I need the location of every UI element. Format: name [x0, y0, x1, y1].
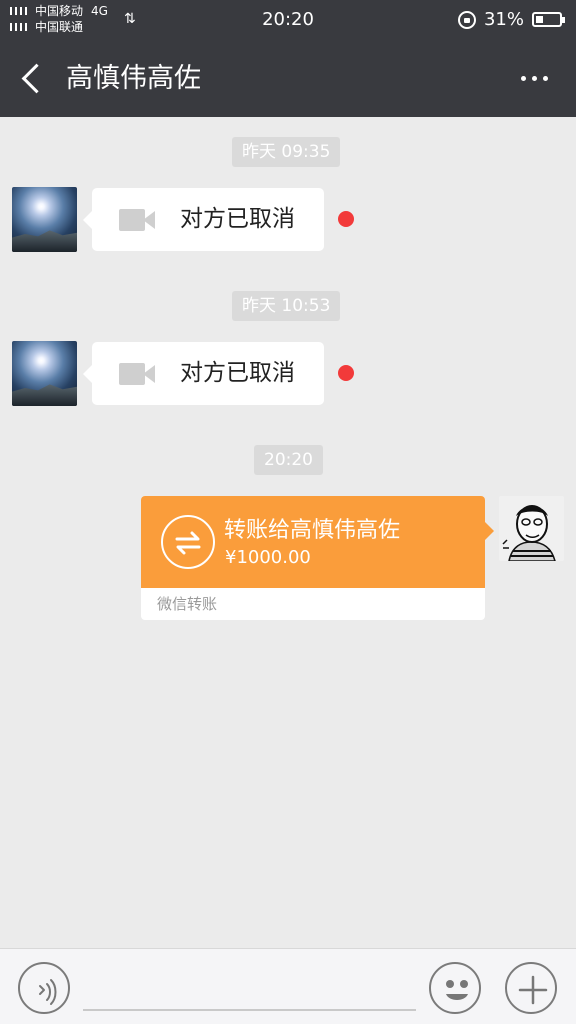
chat-title: 高慎伟高佐 [66, 63, 201, 94]
message-time-1: 昨天 09:35 [232, 137, 341, 167]
more-button[interactable] [521, 76, 548, 81]
plus-button[interactable] [505, 962, 557, 1014]
transfer-amount: ¥1000.00 [225, 547, 311, 568]
transfer-title: 转账给高慎伟高佐 [224, 518, 401, 543]
transfer-message[interactable]: 转账给高慎伟高佐 ¥1000.00 微信转账 [141, 496, 485, 620]
transfer-time: 20:20 [254, 445, 323, 475]
message-text-1: 对方已取消 [180, 206, 295, 232]
transfer-bubble-tail [485, 522, 494, 540]
back-button[interactable] [18, 60, 48, 98]
video-call-message-1[interactable]: 对方已取消 [83, 188, 324, 251]
voice-icon [39, 979, 57, 1005]
battery-percent: 31% [483, 9, 524, 30]
battery-fill [536, 16, 543, 23]
my-avatar[interactable] [499, 496, 564, 561]
transfer-swap-icon [161, 515, 215, 569]
transfer-card-header: 转账给高慎伟高佐 ¥1000.00 [141, 496, 485, 588]
status-bar: 中国移动 4G 中国联通 ⇅ 20:20 31% [0, 0, 576, 40]
emoji-button[interactable] [429, 962, 481, 1014]
plus-icon [518, 975, 548, 1005]
chat-header: 高慎伟高佐 [0, 40, 576, 117]
video-call-icon [119, 209, 157, 231]
contact-avatar[interactable] [12, 341, 77, 406]
message-text-2: 对方已取消 [180, 360, 295, 386]
voice-button[interactable] [18, 962, 70, 1014]
transfer-source: 微信转账 [157, 595, 218, 613]
battery-icon [532, 12, 565, 27]
message-input[interactable] [83, 971, 416, 1011]
message-list[interactable]: 昨天 09:35 对方已取消 昨天 10:53 对方已取消 20:20 转账给高… [0, 117, 576, 948]
video-call-message-2[interactable]: 对方已取消 [83, 342, 324, 405]
input-bar [0, 948, 576, 1024]
unread-dot [338, 365, 354, 381]
emoji-icon [446, 980, 468, 1000]
rotation-lock-icon [457, 10, 476, 29]
video-call-icon [119, 363, 157, 385]
unread-dot [338, 211, 354, 227]
contact-avatar[interactable] [12, 187, 77, 252]
message-time-2: 昨天 10:53 [232, 291, 341, 321]
